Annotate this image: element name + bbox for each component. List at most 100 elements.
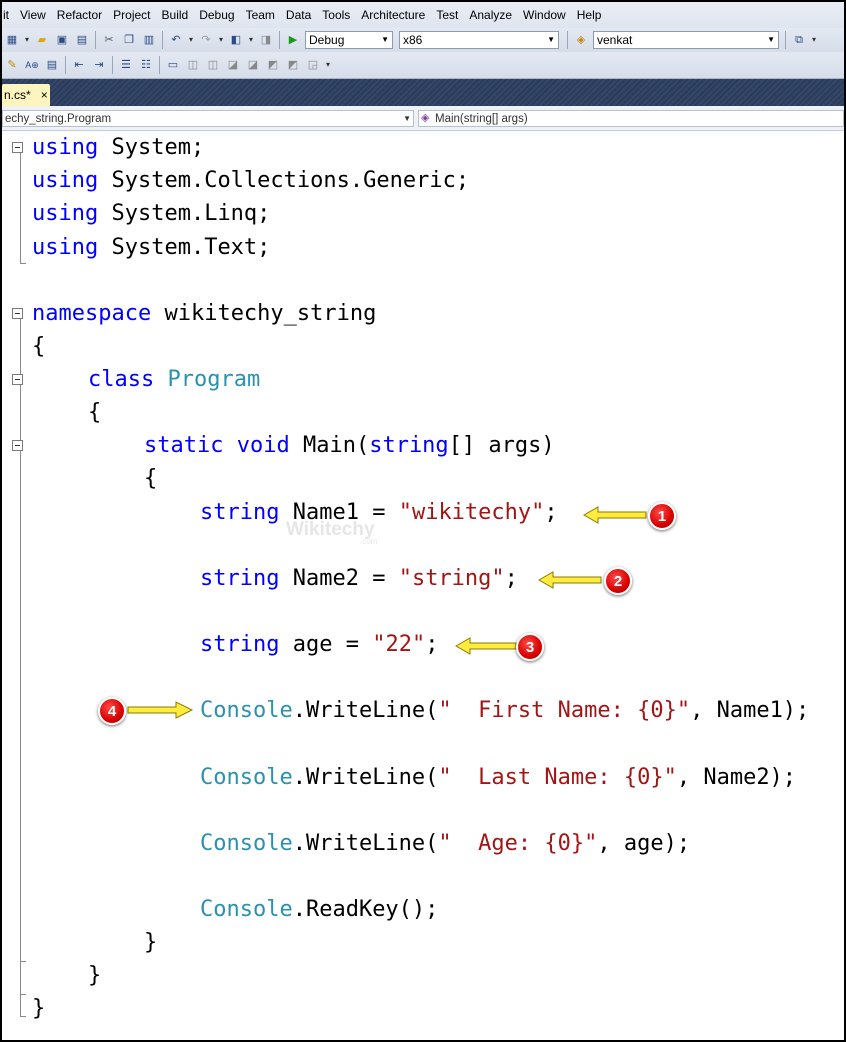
code-line: static void Main(string[] args) xyxy=(144,433,555,458)
paste-icon[interactable]: ▥ xyxy=(141,32,157,48)
solution-explorer-icon[interactable]: ⧉ xyxy=(791,32,807,48)
code-line: } xyxy=(32,996,46,1021)
menu-view[interactable]: View xyxy=(20,8,46,22)
code-editor[interactable]: using System; using System.Collections.G… xyxy=(2,131,844,1040)
save-icon[interactable]: ▣ xyxy=(54,32,70,48)
outline-end-tick xyxy=(20,994,26,995)
uncomment-lines-icon[interactable]: ☷ xyxy=(138,57,154,73)
code-line: using System.Text; xyxy=(32,235,271,260)
start-debugging-icon[interactable]: ▶ xyxy=(285,32,301,48)
menu-bar: it View Refactor Project Build Debug Tea… xyxy=(2,2,844,28)
collapse-icon[interactable] xyxy=(12,142,23,153)
text-editor-toolbar: ✎ A⊕ ▤ ⇤ ⇥ ☰ ☷ ▭ ◫ ◫ ◪ ◪ ◩ ◩ ◲ ▾ xyxy=(2,52,844,79)
chevron-down-icon: ▼ xyxy=(403,114,411,123)
watermark-logo: Wikitechy .com xyxy=(286,519,378,546)
method-icon: ◈ xyxy=(421,112,430,124)
arrow-icon xyxy=(454,637,517,655)
code-line: class Program xyxy=(88,367,261,392)
arrow-icon xyxy=(582,506,647,524)
undo-icon[interactable]: ↶ xyxy=(168,32,184,48)
types-dropdown[interactable]: echy_string.Program ▼ xyxy=(2,110,414,127)
toolbar-separator xyxy=(162,31,163,49)
find-in-files-icon[interactable]: ◈ xyxy=(573,32,589,48)
decrease-indent-icon[interactable]: ⇤ xyxy=(71,57,87,73)
redo-icon[interactable]: ↷ xyxy=(198,32,214,48)
navigate-dropdown-icon[interactable]: ▾ xyxy=(247,32,255,48)
toolbar-separator xyxy=(785,31,786,49)
code-line: } xyxy=(88,963,102,988)
previous-bookmark-folder-icon[interactable]: ◪ xyxy=(225,57,241,73)
members-dropdown[interactable]: ◈ Main(string[] args) xyxy=(418,110,844,127)
increase-indent-icon[interactable]: ⇥ xyxy=(91,57,107,73)
outline-end-tick xyxy=(20,263,26,264)
previous-bookmark-icon[interactable]: ◫ xyxy=(185,57,201,73)
outline-end-tick xyxy=(20,1016,26,1017)
menu-debug[interactable]: Debug xyxy=(199,8,234,22)
menu-window[interactable]: Window xyxy=(523,8,566,22)
cut-icon[interactable]: ✂ xyxy=(101,32,117,48)
dropdown-arrow-icon[interactable]: ▾ xyxy=(23,32,31,48)
menu-build[interactable]: Build xyxy=(162,8,189,22)
navigate-forward-icon[interactable]: ◨ xyxy=(258,32,274,48)
word-completion-icon[interactable]: ▤ xyxy=(44,57,60,73)
next-bookmark-document-icon[interactable]: ◩ xyxy=(285,57,301,73)
code-line: { xyxy=(144,466,158,491)
menu-project[interactable]: Project xyxy=(113,8,150,22)
undo-dropdown-icon[interactable]: ▾ xyxy=(187,32,195,48)
toolbar-separator xyxy=(567,31,568,49)
menu-edit[interactable]: it xyxy=(3,8,9,22)
menu-analyze[interactable]: Analyze xyxy=(469,8,512,22)
collapse-icon[interactable] xyxy=(12,440,23,451)
parameter-info-icon[interactable]: A⊕ xyxy=(24,57,40,73)
menu-data[interactable]: Data xyxy=(286,8,311,22)
toolbar-separator xyxy=(65,56,66,74)
tab-program-cs[interactable]: n.cs* × xyxy=(2,84,50,106)
code-line: Console.ReadKey(); xyxy=(200,897,439,922)
quick-info-icon[interactable]: ✎ xyxy=(4,57,20,73)
toggle-bookmark-icon[interactable]: ▭ xyxy=(165,57,181,73)
menu-architecture[interactable]: Architecture xyxy=(361,8,425,22)
next-bookmark-icon[interactable]: ◫ xyxy=(205,57,221,73)
more-dropdown-icon[interactable]: ▾ xyxy=(810,32,818,48)
code-line: Console.WriteLine(" Age: {0}", age); xyxy=(200,831,691,856)
toolbar-separator xyxy=(112,56,113,74)
menu-refactor[interactable]: Refactor xyxy=(57,8,102,22)
code-line: { xyxy=(88,400,102,425)
code-line: using System; xyxy=(32,135,205,160)
arrow-icon xyxy=(537,571,602,589)
menu-tools[interactable]: Tools xyxy=(322,8,350,22)
outline-line xyxy=(20,151,21,263)
annotation-badge: 3 xyxy=(516,633,544,661)
close-icon[interactable]: × xyxy=(41,88,48,102)
menu-test[interactable]: Test xyxy=(436,8,458,22)
redo-dropdown-icon[interactable]: ▾ xyxy=(217,32,225,48)
solution-platform-select[interactable]: x86 ▼ xyxy=(399,31,559,49)
outline-end-tick xyxy=(20,961,26,962)
navigate-backward-icon[interactable]: ◧ xyxy=(228,32,244,48)
collapse-icon[interactable] xyxy=(12,374,23,385)
collapse-icon[interactable] xyxy=(12,308,23,319)
menu-team[interactable]: Team xyxy=(246,8,275,22)
previous-bookmark-document-icon[interactable]: ◩ xyxy=(265,57,281,73)
next-bookmark-folder-icon[interactable]: ◪ xyxy=(245,57,261,73)
save-all-icon[interactable]: ▤ xyxy=(74,32,90,48)
code-line: string Name2 = "string"; xyxy=(200,566,518,591)
toolbar-options-icon[interactable]: ▾ xyxy=(324,57,332,73)
add-item-icon[interactable]: ▦ xyxy=(4,32,20,48)
code-line: Console.WriteLine(" Last Name: {0}", Nam… xyxy=(200,765,797,790)
comment-lines-icon[interactable]: ☰ xyxy=(118,57,134,73)
open-folder-icon[interactable]: ▰ xyxy=(34,32,50,48)
toolbar-separator xyxy=(159,56,160,74)
annotation-badge: 2 xyxy=(604,567,632,595)
copy-icon[interactable]: ❐ xyxy=(121,32,137,48)
toolbar-separator xyxy=(95,31,96,49)
find-combo[interactable]: venkat ▼ xyxy=(593,31,779,49)
code-line: using System.Collections.Generic; xyxy=(32,168,470,193)
clear-bookmarks-icon[interactable]: ◲ xyxy=(305,57,321,73)
code-line: string Name1 = "wikitechy"; xyxy=(200,500,558,525)
menu-help[interactable]: Help xyxy=(577,8,602,22)
annotation-badge: 4 xyxy=(98,697,126,725)
chevron-down-icon: ▼ xyxy=(381,35,389,44)
solution-configuration-select[interactable]: Debug ▼ xyxy=(305,31,393,49)
toolbar-separator xyxy=(279,31,280,49)
